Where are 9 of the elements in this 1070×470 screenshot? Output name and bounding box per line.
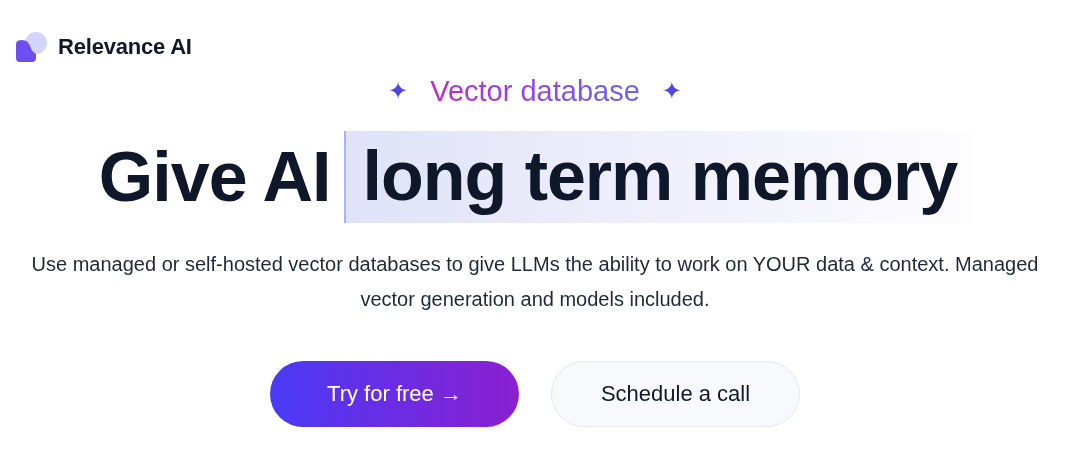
try-free-button[interactable]: Try for free → [270, 360, 519, 427]
highlighted-headline-text: long term memory [344, 130, 972, 223]
logo-icon [14, 30, 48, 64]
sparkle-icon: ✦ [661, 79, 682, 104]
schedule-call-button[interactable]: Schedule a call [551, 360, 800, 427]
description-text: Use managed or self-hosted vector databases to give LLMs the ability to work on YOUR data & context. Managed vector generation and models included. [30, 251, 1040, 312]
sparkle-icon: ✦ [388, 79, 409, 104]
brand-name[interactable]: Relevance AI [58, 34, 192, 60]
headline-text: Give AI [98, 141, 331, 212]
